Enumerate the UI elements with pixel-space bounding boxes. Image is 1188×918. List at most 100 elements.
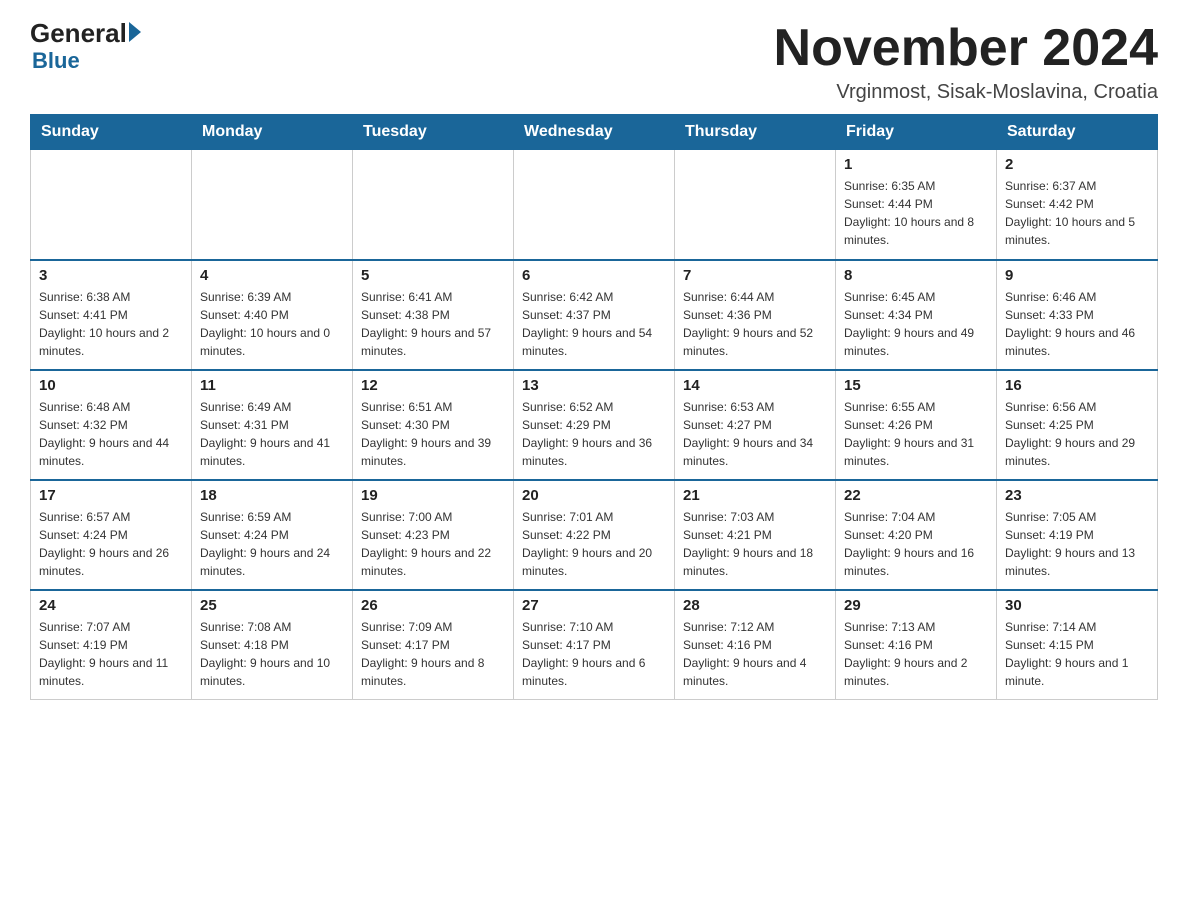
calendar-cell: 13 Sunrise: 6:52 AM Sunset: 4:29 PM Dayli… [514, 370, 675, 480]
calendar: SundayMondayTuesdayWednesdayThursdayFrid… [30, 114, 1158, 700]
day-info: Sunrise: 7:01 AM Sunset: 4:22 PM Dayligh… [522, 508, 666, 580]
day-number: 4 [200, 267, 344, 284]
day-number: 17 [39, 487, 183, 504]
day-info: Sunrise: 7:13 AM Sunset: 4:16 PM Dayligh… [844, 618, 988, 690]
calendar-cell: 18 Sunrise: 6:59 AM Sunset: 4:24 PM Dayli… [192, 480, 353, 590]
day-info: Sunrise: 6:45 AM Sunset: 4:34 PM Dayligh… [844, 288, 988, 360]
location-subtitle: Vrginmost, Sisak-Moslavina, Croatia [774, 81, 1158, 104]
logo-blue-label: Blue [32, 48, 80, 74]
day-info: Sunrise: 6:52 AM Sunset: 4:29 PM Dayligh… [522, 398, 666, 470]
weekday-header-friday: Friday [836, 115, 997, 150]
calendar-cell: 16 Sunrise: 6:56 AM Sunset: 4:25 PM Dayli… [997, 370, 1158, 480]
day-info: Sunrise: 6:42 AM Sunset: 4:37 PM Dayligh… [522, 288, 666, 360]
week-row-5: 24Sunrise: 7:07 AM Sunset: 4:19 PM Dayli… [31, 590, 1158, 700]
day-number: 14 [683, 377, 827, 394]
calendar-cell: 11 Sunrise: 6:49 AM Sunset: 4:31 PM Dayli… [192, 370, 353, 480]
calendar-cell: 7 Sunrise: 6:44 AM Sunset: 4:36 PM Daylig… [675, 260, 836, 370]
day-number: 22 [844, 487, 988, 504]
calendar-cell: 20 Sunrise: 7:01 AM Sunset: 4:22 PM Dayli… [514, 480, 675, 590]
day-number: 25 [200, 597, 344, 614]
day-info: Sunrise: 7:10 AM Sunset: 4:17 PM Dayligh… [522, 618, 666, 690]
day-info: Sunrise: 6:48 AM Sunset: 4:32 PM Dayligh… [39, 398, 183, 470]
day-info: Sunrise: 6:39 AM Sunset: 4:40 PM Dayligh… [200, 288, 344, 360]
day-number: 7 [683, 267, 827, 284]
logo: General Blue [30, 20, 141, 74]
day-number: 29 [844, 597, 988, 614]
day-info: Sunrise: 6:56 AM Sunset: 4:25 PM Dayligh… [1005, 398, 1149, 470]
calendar-cell: 21 Sunrise: 7:03 AM Sunset: 4:21 PM Dayli… [675, 480, 836, 590]
day-number: 30 [1005, 597, 1149, 614]
calendar-cell: 23Sunrise: 7:05 AM Sunset: 4:19 PM Dayli… [997, 480, 1158, 590]
day-info: Sunrise: 7:04 AM Sunset: 4:20 PM Dayligh… [844, 508, 988, 580]
calendar-cell: 6 Sunrise: 6:42 AM Sunset: 4:37 PM Daylig… [514, 260, 675, 370]
day-number: 19 [361, 487, 505, 504]
day-number: 13 [522, 377, 666, 394]
day-number: 5 [361, 267, 505, 284]
calendar-cell: 22 Sunrise: 7:04 AM Sunset: 4:20 PM Dayli… [836, 480, 997, 590]
weekday-header-monday: Monday [192, 115, 353, 150]
logo-general: General [30, 20, 127, 46]
day-number: 12 [361, 377, 505, 394]
day-number: 23 [1005, 487, 1149, 504]
day-info: Sunrise: 6:57 AM Sunset: 4:24 PM Dayligh… [39, 508, 183, 580]
day-info: Sunrise: 6:51 AM Sunset: 4:30 PM Dayligh… [361, 398, 505, 470]
day-info: Sunrise: 6:49 AM Sunset: 4:31 PM Dayligh… [200, 398, 344, 470]
week-row-1: 1 Sunrise: 6:35 AM Sunset: 4:44 PM Daylig… [31, 150, 1158, 260]
calendar-cell: 1 Sunrise: 6:35 AM Sunset: 4:44 PM Daylig… [836, 150, 997, 260]
day-number: 21 [683, 487, 827, 504]
calendar-cell: 28Sunrise: 7:12 AM Sunset: 4:16 PM Dayli… [675, 590, 836, 700]
week-row-4: 17 Sunrise: 6:57 AM Sunset: 4:24 PM Dayli… [31, 480, 1158, 590]
day-number: 1 [844, 156, 988, 173]
day-info: Sunrise: 6:59 AM Sunset: 4:24 PM Dayligh… [200, 508, 344, 580]
day-number: 16 [1005, 377, 1149, 394]
day-number: 11 [200, 377, 344, 394]
day-info: Sunrise: 7:14 AM Sunset: 4:15 PM Dayligh… [1005, 618, 1149, 690]
calendar-cell: 10 Sunrise: 6:48 AM Sunset: 4:32 PM Dayli… [31, 370, 192, 480]
day-info: Sunrise: 6:41 AM Sunset: 4:38 PM Dayligh… [361, 288, 505, 360]
weekday-header-saturday: Saturday [997, 115, 1158, 150]
day-info: Sunrise: 7:03 AM Sunset: 4:21 PM Dayligh… [683, 508, 827, 580]
day-info: Sunrise: 7:08 AM Sunset: 4:18 PM Dayligh… [200, 618, 344, 690]
header: General Blue November 2024 Vrginmost, Si… [30, 20, 1158, 104]
day-info: Sunrise: 6:35 AM Sunset: 4:44 PM Dayligh… [844, 177, 988, 249]
day-number: 20 [522, 487, 666, 504]
calendar-cell: 3Sunrise: 6:38 AM Sunset: 4:41 PM Daylig… [31, 260, 192, 370]
calendar-cell: 2 Sunrise: 6:37 AM Sunset: 4:42 PM Daylig… [997, 150, 1158, 260]
day-info: Sunrise: 6:44 AM Sunset: 4:36 PM Dayligh… [683, 288, 827, 360]
calendar-cell: 19Sunrise: 7:00 AM Sunset: 4:23 PM Dayli… [353, 480, 514, 590]
day-info: Sunrise: 6:46 AM Sunset: 4:33 PM Dayligh… [1005, 288, 1149, 360]
day-number: 18 [200, 487, 344, 504]
calendar-cell: 26Sunrise: 7:09 AM Sunset: 4:17 PM Dayli… [353, 590, 514, 700]
calendar-cell: 15 Sunrise: 6:55 AM Sunset: 4:26 PM Dayli… [836, 370, 997, 480]
day-info: Sunrise: 6:55 AM Sunset: 4:26 PM Dayligh… [844, 398, 988, 470]
weekday-header-thursday: Thursday [675, 115, 836, 150]
weekday-header-wednesday: Wednesday [514, 115, 675, 150]
calendar-cell: 25 Sunrise: 7:08 AM Sunset: 4:18 PM Dayli… [192, 590, 353, 700]
calendar-cell: 5 Sunrise: 6:41 AM Sunset: 4:38 PM Daylig… [353, 260, 514, 370]
calendar-cell: 17 Sunrise: 6:57 AM Sunset: 4:24 PM Dayli… [31, 480, 192, 590]
day-number: 10 [39, 377, 183, 394]
day-number: 8 [844, 267, 988, 284]
week-row-2: 3Sunrise: 6:38 AM Sunset: 4:41 PM Daylig… [31, 260, 1158, 370]
day-number: 15 [844, 377, 988, 394]
month-title: November 2024 [774, 20, 1158, 77]
calendar-cell: 9 Sunrise: 6:46 AM Sunset: 4:33 PM Daylig… [997, 260, 1158, 370]
weekday-header-tuesday: Tuesday [353, 115, 514, 150]
calendar-cell [353, 150, 514, 260]
day-number: 28 [683, 597, 827, 614]
day-info: Sunrise: 7:09 AM Sunset: 4:17 PM Dayligh… [361, 618, 505, 690]
calendar-cell: 24Sunrise: 7:07 AM Sunset: 4:19 PM Dayli… [31, 590, 192, 700]
week-row-3: 10 Sunrise: 6:48 AM Sunset: 4:32 PM Dayli… [31, 370, 1158, 480]
day-info: Sunrise: 6:37 AM Sunset: 4:42 PM Dayligh… [1005, 177, 1149, 249]
calendar-cell: 29 Sunrise: 7:13 AM Sunset: 4:16 PM Dayli… [836, 590, 997, 700]
calendar-cell: 27Sunrise: 7:10 AM Sunset: 4:17 PM Dayli… [514, 590, 675, 700]
weekday-header-row: SundayMondayTuesdayWednesdayThursdayFrid… [31, 115, 1158, 150]
calendar-cell [31, 150, 192, 260]
calendar-cell: 8 Sunrise: 6:45 AM Sunset: 4:34 PM Daylig… [836, 260, 997, 370]
day-number: 3 [39, 267, 183, 284]
day-number: 6 [522, 267, 666, 284]
weekday-header-sunday: Sunday [31, 115, 192, 150]
calendar-cell: 12 Sunrise: 6:51 AM Sunset: 4:30 PM Dayli… [353, 370, 514, 480]
day-number: 2 [1005, 156, 1149, 173]
day-number: 9 [1005, 267, 1149, 284]
